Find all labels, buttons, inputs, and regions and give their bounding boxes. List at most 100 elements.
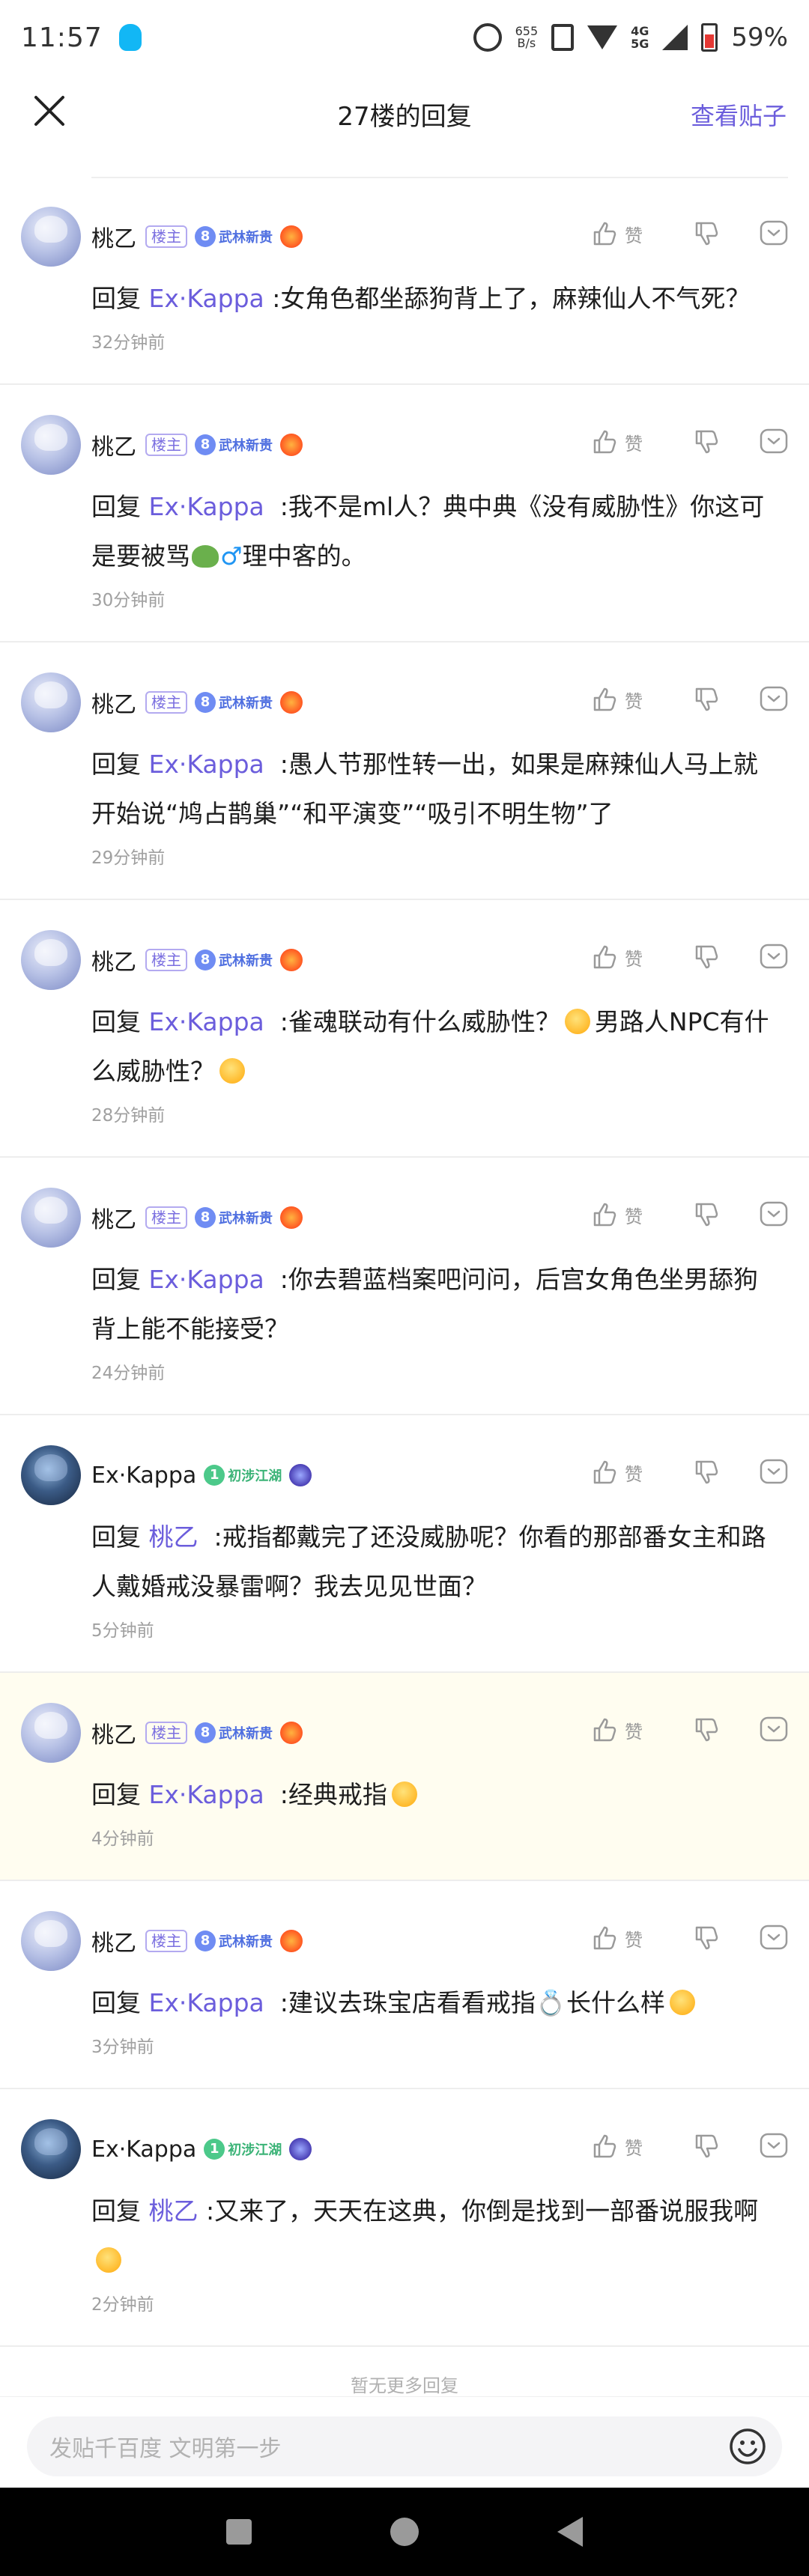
level-name: 武林新贵 [219,230,273,246]
like-label: 赞 [625,1721,643,1743]
reply-target-link[interactable]: Ex·Kappa [149,1265,264,1294]
more-options-icon[interactable] [760,1201,788,1228]
username[interactable]: 桃乙 [91,220,136,253]
reply-content: 回复 Ex·Kappa :女角色都坐舔狗背上了，麻辣仙人不气死？ [91,284,751,313]
level-number: 8 [195,1207,216,1228]
reply-actions: 赞 [592,2133,788,2160]
reply-content: 回复 Ex·Kappa :我不是ml人？典中典《没有威胁性》你这可是要被骂 ♂理中… [91,492,765,571]
like-button[interactable]: 赞 [592,1201,674,1228]
level-badge: 8 武林新贵 [195,1930,273,1952]
like-button[interactable]: 赞 [592,1925,674,1951]
reply-item: Ex·Kappa 1 初涉江湖 赞 回复 桃乙 :又来了，天天在这典，你倒是找到一… [0,2089,809,2347]
like-button[interactable]: 赞 [592,1459,674,1486]
username[interactable]: 桃乙 [91,686,136,719]
thumbs-down-icon[interactable] [694,220,721,247]
username[interactable]: 桃乙 [91,1925,136,1957]
more-options-icon[interactable] [760,1459,788,1486]
medal-icon [280,225,303,248]
medal-icon [280,1930,303,1952]
thumbs-down-icon[interactable] [694,944,721,970]
reply-time: 32分钟前 [91,333,166,353]
thumbs-down-icon[interactable] [694,2133,721,2160]
astonished-emoji-icon [669,1990,695,2015]
username[interactable]: 桃乙 [91,944,136,976]
avatar[interactable] [21,415,81,475]
avatar[interactable] [21,930,81,990]
like-button[interactable]: 赞 [592,428,674,455]
avatar[interactable] [21,2119,81,2179]
avatar[interactable] [21,1911,81,1971]
thumbs-down-icon[interactable] [694,1716,721,1743]
reply-actions: 赞 [592,1201,788,1228]
more-options-icon[interactable] [760,686,788,713]
thumbs-up-icon [593,2134,616,2158]
level-number: 1 [204,2139,225,2160]
reply-target-link[interactable]: Ex·Kappa [149,750,264,779]
more-options-icon[interactable] [760,944,788,970]
reply-target-link[interactable]: Ex·Kappa [149,1988,264,2017]
close-icon[interactable] [30,91,69,130]
reply-actions: 赞 [592,686,788,713]
back-icon[interactable] [557,2517,583,2547]
like-button[interactable]: 赞 [592,1716,674,1743]
reply-time: 2分钟前 [91,2295,154,2315]
medal-icon [280,1722,303,1744]
thumbs-up-icon [593,687,616,711]
more-options-icon[interactable] [760,1716,788,1743]
avatar[interactable] [21,1703,81,1763]
level-number: 8 [195,1722,216,1743]
wifi-icon [587,25,618,49]
reply-target-link[interactable]: Ex·Kappa [149,1007,264,1036]
more-options-icon[interactable] [760,428,788,455]
more-options-icon[interactable] [760,220,788,247]
like-button[interactable]: 赞 [592,686,674,713]
level-name: 武林新贵 [219,953,273,969]
thumbs-up-icon [593,1926,616,1950]
recent-apps-icon[interactable] [226,2519,252,2545]
reply-item: 桃乙 楼主 8 武林新贵 赞 回复 Ex·Kappa :你去碧蓝档案吧问问，后宫女… [0,1158,809,1415]
avatar[interactable] [21,1188,81,1248]
username[interactable]: 桃乙 [91,1201,136,1234]
username[interactable]: Ex·Kappa [91,1462,196,1489]
reply-input[interactable]: 发贴千百度 文明第一步 [27,2416,782,2476]
reply-target-link[interactable]: Ex·Kappa [149,1780,264,1809]
more-options-icon[interactable] [760,2133,788,2160]
level-name: 初涉江湖 [228,2142,282,2158]
reply-time: 5分钟前 [91,1621,154,1641]
view-post-button[interactable]: 查看贴子 [691,97,787,132]
like-label: 赞 [625,1463,643,1485]
reply-target-link[interactable]: Ex·Kappa [149,284,264,313]
level-name: 初涉江湖 [228,1468,282,1484]
reply-content: 回复 Ex·Kappa :建议去珠宝店看看戒指💍长什么样 [91,1978,788,2028]
male-sign-emoji-icon: ♂ [220,541,243,571]
reply-actions: 赞 [592,220,788,247]
thumbs-down-icon[interactable] [694,1201,721,1228]
like-button[interactable]: 赞 [592,220,674,247]
thumbs-down-icon[interactable] [694,1459,721,1486]
reply-content: 回复 Ex·Kappa :雀魂联动有什么威胁性？ 男路人NPC有什么威胁性？ [91,1007,769,1086]
like-button[interactable]: 赞 [592,2133,674,2160]
avatar[interactable] [21,207,81,267]
home-icon[interactable] [390,2518,419,2546]
level-name: 武林新贵 [219,1726,273,1742]
username[interactable]: Ex·Kappa [91,2136,196,2163]
host-badge: 楼主 [145,434,187,456]
more-options-icon[interactable] [760,1925,788,1951]
avatar[interactable] [21,1445,81,1505]
avatar[interactable] [21,672,81,732]
no-more-replies: 暂无更多回复 [351,2375,458,2396]
reply-target-link[interactable]: Ex·Kappa [149,492,264,521]
username[interactable]: 桃乙 [91,428,136,461]
reply-target-link[interactable]: 桃乙 [149,2196,199,2226]
medal-icon [280,1206,303,1229]
like-button[interactable]: 赞 [592,944,674,970]
emoji-icon[interactable] [728,2427,767,2466]
reply-target-link[interactable]: 桃乙 [149,1522,199,1552]
thumbs-up-icon [593,1460,616,1484]
level-name: 武林新贵 [219,696,273,711]
thumbs-down-icon[interactable] [694,428,721,455]
thumbs-down-icon[interactable] [694,686,721,713]
qq-notification-icon [118,24,142,51]
thumbs-down-icon[interactable] [694,1925,721,1951]
username[interactable]: 桃乙 [91,1716,136,1749]
